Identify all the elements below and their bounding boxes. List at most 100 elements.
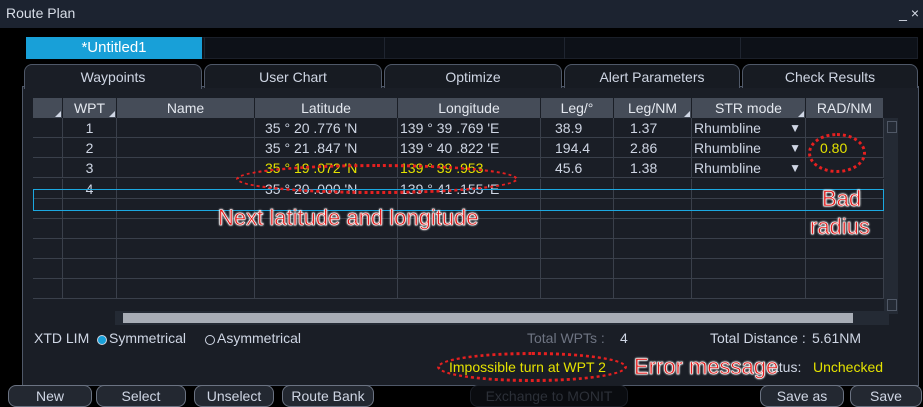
cell-select[interactable] [33,158,63,178]
save-as-button[interactable]: Save as [760,385,844,407]
cell-lon[interactable] [398,259,541,279]
cell-name[interactable] [117,158,255,178]
cell-str[interactable]: Rhumbline ▼ [692,138,806,158]
cell-leg-nm[interactable] [614,259,692,279]
route-tab-divider [204,37,205,59]
window-close-button[interactable]: _ × [899,5,919,21]
cell-lon[interactable] [398,279,541,299]
radio-symmetrical[interactable] [97,335,107,345]
route-tab-untitled1[interactable]: *Untitled1 [26,37,202,59]
tab-alert-parameters[interactable]: Alert Parameters [564,64,740,88]
column-header-rad-nm[interactable]: RAD/NM [806,98,884,118]
cell-str[interactable] [692,239,806,259]
cell-select[interactable] [33,279,63,299]
cell-str[interactable] [692,279,806,299]
save-button[interactable]: Save [850,385,922,407]
cell-leg-deg[interactable] [541,279,614,299]
cell-wpt[interactable]: 3 [63,158,117,178]
cell-leg-nm[interactable] [614,239,692,259]
cell-leg-nm[interactable]: 1.37 [614,118,692,138]
cell-name[interactable] [117,239,255,259]
route-tab-divider [384,37,385,59]
cell-value: 2 [85,140,94,156]
column-header-longitude[interactable]: Longitude [398,98,541,118]
radio-asymmetrical[interactable] [205,335,215,345]
table-row[interactable] [33,279,884,299]
new-button[interactable]: New [8,385,92,407]
table-row[interactable] [33,259,884,279]
cell-str[interactable]: Rhumbline ▼ [692,158,806,178]
scroll-down-icon[interactable] [887,299,897,311]
cell-wpt[interactable]: 2 [63,138,117,158]
cell-select[interactable] [33,219,63,239]
cell-lat[interactable] [255,279,398,299]
cell-str[interactable] [692,219,806,239]
cell-name[interactable] [117,279,255,299]
cell-leg-deg[interactable]: 45.6 [541,158,614,178]
column-header-wpt[interactable]: WPT [63,98,117,118]
cell-rad[interactable] [806,279,884,299]
cell-wpt[interactable] [63,219,117,239]
table-row[interactable]: 2 35 ° 21 .847 'N 139 ° 40 .822 'E 194.4 2.8… [33,138,884,158]
scroll-up-icon[interactable] [887,121,897,133]
cell-select[interactable] [33,239,63,259]
route-bank-button[interactable]: Route Bank [282,385,374,407]
column-header-str-mode[interactable]: STR mode [692,98,806,118]
column-header-latitude[interactable]: Latitude [255,98,398,118]
cell-name[interactable] [117,118,255,138]
cell-leg-deg[interactable] [541,219,614,239]
column-header-select[interactable] [33,98,63,118]
cell-str[interactable] [692,259,806,279]
tab-user-chart[interactable]: User Chart [204,64,382,88]
cell-value: 38.9 [555,120,583,136]
cell-leg-deg[interactable]: 194.4 [541,138,614,158]
cell-value: 1 [85,120,94,136]
dropdown-arrow-icon[interactable]: ▼ [789,138,801,158]
dropdown-arrow-icon[interactable]: ▼ [789,158,801,178]
cell-select[interactable] [33,259,63,279]
cell-select[interactable] [33,138,63,158]
cell-wpt[interactable] [63,279,117,299]
select-button[interactable]: Select [96,385,186,407]
cell-lat[interactable] [255,259,398,279]
cell-lat[interactable]: 35 ° 21 .847 'N [255,138,398,158]
cell-str[interactable]: Rhumbline ▼ [692,118,806,138]
cell-leg-deg[interactable]: 38.9 [541,118,614,138]
cell-leg-nm[interactable] [614,219,692,239]
column-header-leg-deg[interactable]: Leg/° [541,98,614,118]
table-row[interactable]: 1 35 ° 20 .776 'N 139 ° 39 .769 'E 38.9 1.37… [33,118,884,138]
cell-lon[interactable]: 139 ° 39 .769 'E [398,118,541,138]
exchange-to-monit-button[interactable]: Exchange to MONIT [470,385,628,407]
column-header-name[interactable]: Name [117,98,255,118]
cell-wpt[interactable] [63,239,117,259]
total-wpts-label: Total WPTs : [527,330,605,346]
tab-waypoints[interactable]: Waypoints [24,64,202,89]
cell-name[interactable] [117,259,255,279]
cell-lon[interactable]: 139 ° 40 .822 'E [398,138,541,158]
cell-wpt[interactable] [63,259,117,279]
table-row[interactable] [33,239,884,259]
column-header-label: Latitude [301,100,351,116]
cell-rad[interactable] [806,239,884,259]
cell-select[interactable] [33,118,63,138]
cell-leg-nm[interactable]: 1.38 [614,158,692,178]
tab-check-results[interactable]: Check Results [742,64,918,88]
tab-optimize[interactable]: Optimize [384,64,562,88]
cell-leg-nm[interactable]: 2.86 [614,138,692,158]
cell-rad[interactable] [806,259,884,279]
cell-lat[interactable] [255,239,398,259]
horizontal-scrollbar[interactable] [115,311,889,325]
horizontal-scroll-thumb[interactable] [123,313,853,323]
cell-wpt[interactable]: 1 [63,118,117,138]
dropdown-arrow-icon[interactable]: ▼ [789,118,801,138]
cell-leg-deg[interactable] [541,259,614,279]
cell-lon[interactable] [398,239,541,259]
unselect-button[interactable]: Unselect [194,385,274,407]
cell-leg-nm[interactable] [614,279,692,299]
column-header-leg-nm[interactable]: Leg/NM [614,98,692,118]
cell-name[interactable] [117,138,255,158]
cell-lat[interactable]: 35 ° 20 .776 'N [255,118,398,138]
cell-leg-deg[interactable] [541,239,614,259]
total-wpts-value: 4 [620,330,628,346]
vertical-scrollbar[interactable] [884,118,898,314]
